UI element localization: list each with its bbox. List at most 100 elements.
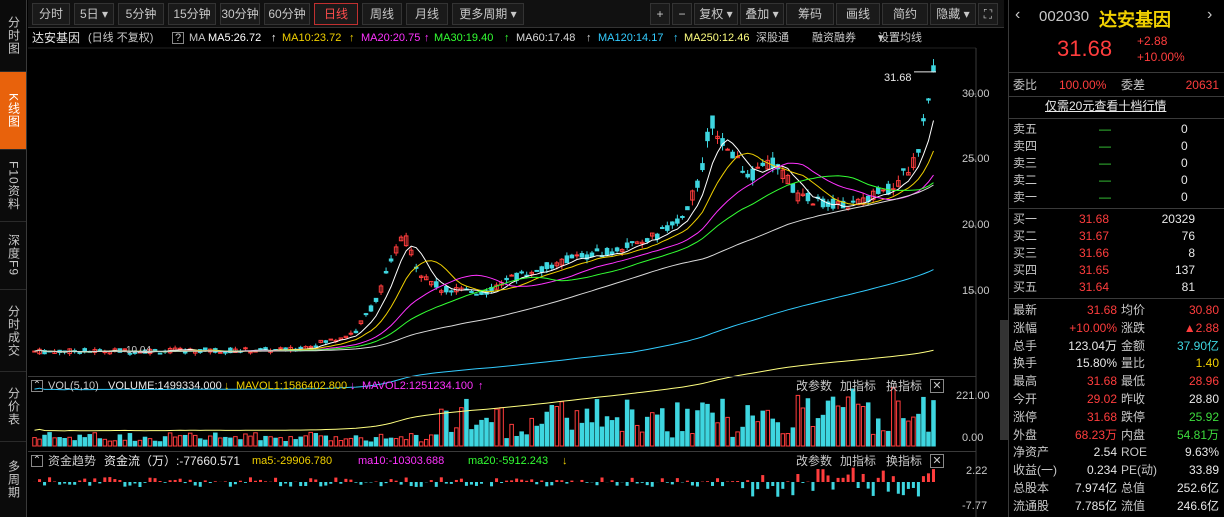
volume-bar	[549, 404, 555, 447]
candle-body	[589, 252, 595, 257]
chevron-right-icon[interactable]: ›	[1207, 6, 1217, 24]
tab-f10[interactable]: F10资料	[0, 150, 26, 222]
volume-bar	[589, 422, 595, 447]
ask-label: 卖一	[1013, 190, 1038, 204]
volume-bar	[263, 435, 268, 447]
fund-flow-bar	[178, 478, 182, 482]
candle-body	[875, 187, 881, 194]
volume-bar	[47, 432, 52, 447]
volume-bar	[137, 439, 143, 447]
volume-bar	[57, 437, 62, 447]
fund-flow-bar	[650, 482, 654, 487]
fund-flow-bar	[344, 478, 348, 482]
fund-flow-bar	[469, 482, 473, 485]
fund-flow-bar	[856, 482, 860, 488]
fund-flow-bar	[108, 477, 112, 482]
volume-bar	[695, 410, 700, 447]
bid-volume: 20329	[1161, 212, 1195, 226]
candle-body	[373, 297, 379, 302]
close-icon[interactable]: ✕	[930, 454, 944, 468]
volume-bar	[454, 427, 459, 447]
edit-params-button[interactable]: 改参数	[796, 452, 832, 470]
volume-bar	[504, 438, 509, 447]
volume-bar	[308, 431, 313, 447]
divider	[1009, 208, 1224, 209]
volume-bar	[147, 438, 153, 447]
tab-intraday[interactable]: 分时图	[0, 0, 26, 72]
candle-body	[921, 118, 926, 122]
candle-body	[695, 180, 700, 188]
ask-label: 卖四	[1013, 139, 1038, 153]
volume-bar	[479, 419, 484, 447]
stat-value: 246.6亿	[1176, 498, 1219, 513]
volume-bar	[494, 408, 499, 447]
volume-bar	[639, 431, 645, 447]
fund-flow-title: 资金趋势	[48, 454, 97, 468]
fund-flow-bar	[761, 475, 765, 482]
stat-row: 总股本 7.974亿 总值 252.6亿	[1009, 480, 1224, 497]
fund-flow-bar	[510, 480, 514, 482]
tab-multi-period[interactable]: 多周期	[0, 442, 26, 517]
volume-bar	[273, 437, 278, 447]
tab-kline[interactable]: K线图	[0, 72, 26, 150]
stat-label: 流通股	[1013, 498, 1050, 513]
stat-label: 最高	[1013, 374, 1038, 389]
fund-flow-bar	[439, 477, 443, 482]
volume-bar	[298, 436, 303, 447]
kline-canvas[interactable]	[28, 0, 1004, 517]
weibi-label: 委比	[1013, 78, 1038, 92]
switch-indicator-button[interactable]: 换指标	[886, 377, 922, 395]
fund-tick: -7.77	[962, 500, 988, 512]
fund-flow-bar	[495, 478, 499, 482]
tab-price-table[interactable]: 分价表	[0, 372, 26, 442]
stat-row: 外盘 68.23万 内盘 54.81万	[1009, 427, 1224, 444]
chevron-left-icon[interactable]: ‹	[1015, 6, 1025, 24]
volume-bar	[474, 424, 479, 447]
volume-bar	[343, 438, 349, 447]
ask-row: 卖一 — 0	[1009, 189, 1224, 206]
close-icon[interactable]: ✕	[930, 379, 944, 393]
candle-body	[574, 254, 580, 257]
stat-row: 总手 123.04万 金额 37.90亿	[1009, 338, 1224, 355]
stat-label: 涨停	[1013, 409, 1038, 424]
volume-bar	[770, 418, 776, 447]
tab-label: 分价表	[6, 387, 21, 426]
collapse-icon[interactable]: ⌃	[31, 455, 43, 467]
fund-flow-bar	[580, 479, 584, 482]
edit-params-button[interactable]: 改参数	[796, 377, 832, 395]
fund-flow-bar	[831, 482, 835, 490]
tab-trades[interactable]: 分时成交	[0, 290, 26, 372]
volume-bar	[67, 436, 72, 447]
volume-tick: 221.00	[956, 390, 990, 402]
candle-body	[348, 332, 354, 335]
volume-bar	[760, 410, 765, 447]
fund-flow-bar	[143, 482, 147, 483]
ma10-flow: ma10:-10303.688	[358, 455, 445, 467]
volume-bar	[660, 408, 665, 447]
divider	[1009, 118, 1224, 119]
panel-splitter[interactable]	[1000, 320, 1008, 440]
switch-indicator-button[interactable]: 换指标	[886, 452, 922, 470]
level2-link[interactable]: 仅需20元查看十档行情	[1045, 98, 1166, 115]
kline-chart-area[interactable]: 30.00 25.00 20.00 15.00 31.68 10.04 ⌃ VO…	[28, 0, 1004, 517]
add-indicator-button[interactable]: 加指标	[840, 452, 876, 470]
level2-row: 仅需20元查看十档行情	[1009, 98, 1224, 115]
price-tick: 20.00	[962, 219, 990, 231]
collapse-icon[interactable]: ⌃	[31, 380, 43, 392]
candle-body	[624, 242, 630, 248]
tab-label: 多周期	[6, 460, 21, 499]
volume-bar	[117, 434, 123, 447]
candle-body	[353, 330, 359, 334]
volume-bar	[911, 416, 916, 447]
bid-row: 买三 31.66 8	[1009, 245, 1224, 262]
tab-label: K线图	[6, 92, 21, 128]
add-indicator-button[interactable]: 加指标	[840, 377, 876, 395]
fund-flow-bar	[399, 482, 403, 485]
fund-flow-bar	[916, 482, 920, 497]
fund-flow-bar	[98, 482, 102, 484]
volume-header: ⌃ VOL(5,10) VOLUME:1499334.000 ↓ MAVOL1:…	[28, 376, 976, 394]
volume-bar	[87, 434, 93, 447]
stat-value: 54.81万	[1176, 427, 1219, 442]
tab-depth[interactable]: 深度F9	[0, 222, 26, 290]
candle-body	[328, 338, 334, 341]
